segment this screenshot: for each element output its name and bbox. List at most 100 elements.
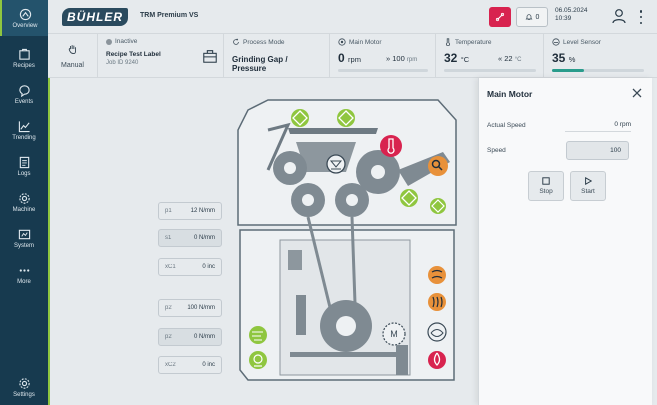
actual-speed-value: 0 rpm	[565, 121, 631, 132]
stop-button[interactable]: Stop	[528, 171, 564, 201]
temperature-bar	[444, 69, 536, 72]
main-motor-bar	[338, 69, 428, 72]
gap-badge-2[interactable]	[337, 109, 355, 127]
sidebar-item-label: Trending	[12, 135, 36, 141]
events-icon	[17, 83, 31, 97]
main-motor-unit: rpm	[348, 55, 361, 64]
heating-badge[interactable]	[428, 293, 446, 311]
refresh-icon	[233, 38, 239, 45]
level-sensor-cell[interactable]: Level Sensor 35 %	[544, 34, 657, 78]
gap-badge-1[interactable]	[291, 109, 309, 127]
temperature-badge[interactable]	[380, 135, 402, 157]
thermometer-icon	[446, 38, 450, 46]
temperature-unit: °C	[460, 55, 470, 64]
scraper-badge[interactable]	[428, 156, 448, 176]
sidebar-item-settings[interactable]: Settings	[0, 369, 48, 405]
sidebar: Overview Recipes Events Trending Logs Ma…	[0, 0, 48, 405]
cooling-badge[interactable]	[428, 266, 446, 284]
recipe-name: Recipe Test Label	[106, 51, 161, 58]
level-unit: %	[568, 55, 576, 64]
water-badge[interactable]	[427, 322, 447, 342]
mode-toggle[interactable]: Manual	[48, 34, 98, 78]
sidebar-item-label: Events	[14, 99, 34, 105]
sidebar-item-label: More	[17, 279, 31, 285]
start-button[interactable]: Start	[570, 171, 606, 201]
job-id: Job ID 9240	[106, 60, 139, 66]
sidebar-item-system[interactable]: System	[0, 220, 48, 256]
actual-speed-label: Actual Speed	[487, 122, 526, 129]
sidebar-item-label: Settings	[13, 392, 35, 398]
datetime: 06.05.2024 10:39	[555, 7, 588, 23]
sidebar-item-label: Recipes	[13, 63, 35, 69]
state-label: Inactive	[106, 38, 215, 45]
cylinder	[296, 295, 306, 335]
sidebar-item-trending[interactable]: Trending	[0, 112, 48, 148]
level-bar-fill	[552, 69, 585, 72]
gap-badge-3[interactable]	[400, 189, 418, 207]
main-motor-target: » 100	[386, 54, 405, 63]
small-block	[288, 250, 302, 270]
value-box-s1[interactable]: s1 0 N/mm	[158, 229, 222, 247]
temperature-cell[interactable]: Temperature 32 °C « 22 °C	[436, 34, 544, 78]
support	[396, 345, 408, 375]
value-box-s2[interactable]: p2 0 N/mm	[158, 328, 222, 346]
sidebar-item-label: System	[13, 243, 34, 249]
base-rail	[290, 352, 400, 357]
state-dot	[106, 38, 112, 45]
value-box-p2[interactable]: p2 100 N/mm	[158, 299, 222, 317]
sidebar-item-label: Machine	[12, 207, 36, 213]
level-sensor-symbol[interactable]	[326, 154, 346, 174]
value-box-p1[interactable]: p1 12 N/mm	[158, 202, 222, 220]
user-icon[interactable]	[610, 7, 628, 25]
process-mode-cell[interactable]: Process Mode Grinding Gap / Pressure	[224, 34, 330, 78]
temperature-label: Temperature	[455, 38, 492, 46]
sidebar-item-logs[interactable]: Logs	[0, 148, 48, 184]
more-icon	[17, 263, 31, 277]
speed-label: Speed	[487, 147, 506, 154]
stop-label: Stop	[539, 188, 553, 195]
notifications-button[interactable]: 0	[516, 7, 548, 27]
sidebar-item-recipes[interactable]: Recipes	[0, 40, 48, 76]
brand-logo: BÜHLER	[62, 8, 128, 26]
process-mode-label: Process Mode	[243, 38, 285, 46]
svg-text:M: M	[390, 329, 398, 339]
temperature-target-unit: °C	[514, 57, 522, 63]
air-badge[interactable]	[249, 326, 267, 344]
speed-input[interactable]: 100	[566, 141, 629, 160]
bell-icon	[525, 14, 533, 20]
main-motor-cell[interactable]: Main Motor 0 rpm » 100 rpm	[330, 34, 436, 78]
trending-icon	[17, 119, 31, 133]
alert-button[interactable]	[489, 7, 511, 27]
recipe-box-icon	[203, 50, 217, 63]
hopper-lid	[288, 128, 378, 134]
recipe-cell[interactable]: Inactive Recipe Test Label Job ID 9240	[98, 34, 224, 78]
process-mode-value: Grinding Gap / Pressure	[232, 55, 288, 73]
pressure-badge[interactable]	[249, 351, 267, 369]
sidebar-item-label: Logs	[17, 171, 31, 177]
system-icon	[17, 227, 31, 241]
value-box-xc1[interactable]: xC1 0 inc	[158, 258, 222, 276]
status-row: Manual Inactive Recipe Test Label Job ID…	[48, 34, 657, 78]
sidebar-item-more[interactable]: More	[0, 256, 48, 292]
machine-diagram: M	[237, 99, 457, 381]
temperature-value: 32	[444, 51, 458, 65]
sidebar-item-machine[interactable]: Machine	[0, 184, 48, 220]
menu-kebab-icon[interactable]	[636, 8, 646, 26]
motor-icon	[338, 38, 346, 46]
overview-icon	[18, 7, 32, 21]
disconnected-icon	[495, 12, 505, 22]
recipes-icon	[17, 47, 31, 61]
logs-icon	[17, 155, 31, 169]
close-icon[interactable]	[631, 87, 643, 99]
drop-badge[interactable]	[428, 351, 446, 369]
gap-badge-4[interactable]	[430, 198, 446, 214]
stop-icon	[542, 177, 550, 185]
sidebar-item-events[interactable]: Events	[0, 76, 48, 112]
value-box-xc2[interactable]: xC2 0 inc	[158, 356, 222, 374]
date: 06.05.2024	[555, 7, 588, 14]
top-bar: BÜHLER TRM Premium VS 0 06.05.2024 10:39	[48, 0, 657, 34]
notification-count: 0	[535, 13, 540, 21]
level-bar	[552, 69, 644, 72]
sidebar-item-overview[interactable]: Overview	[0, 0, 48, 36]
main-motor-value: 0	[338, 51, 345, 65]
